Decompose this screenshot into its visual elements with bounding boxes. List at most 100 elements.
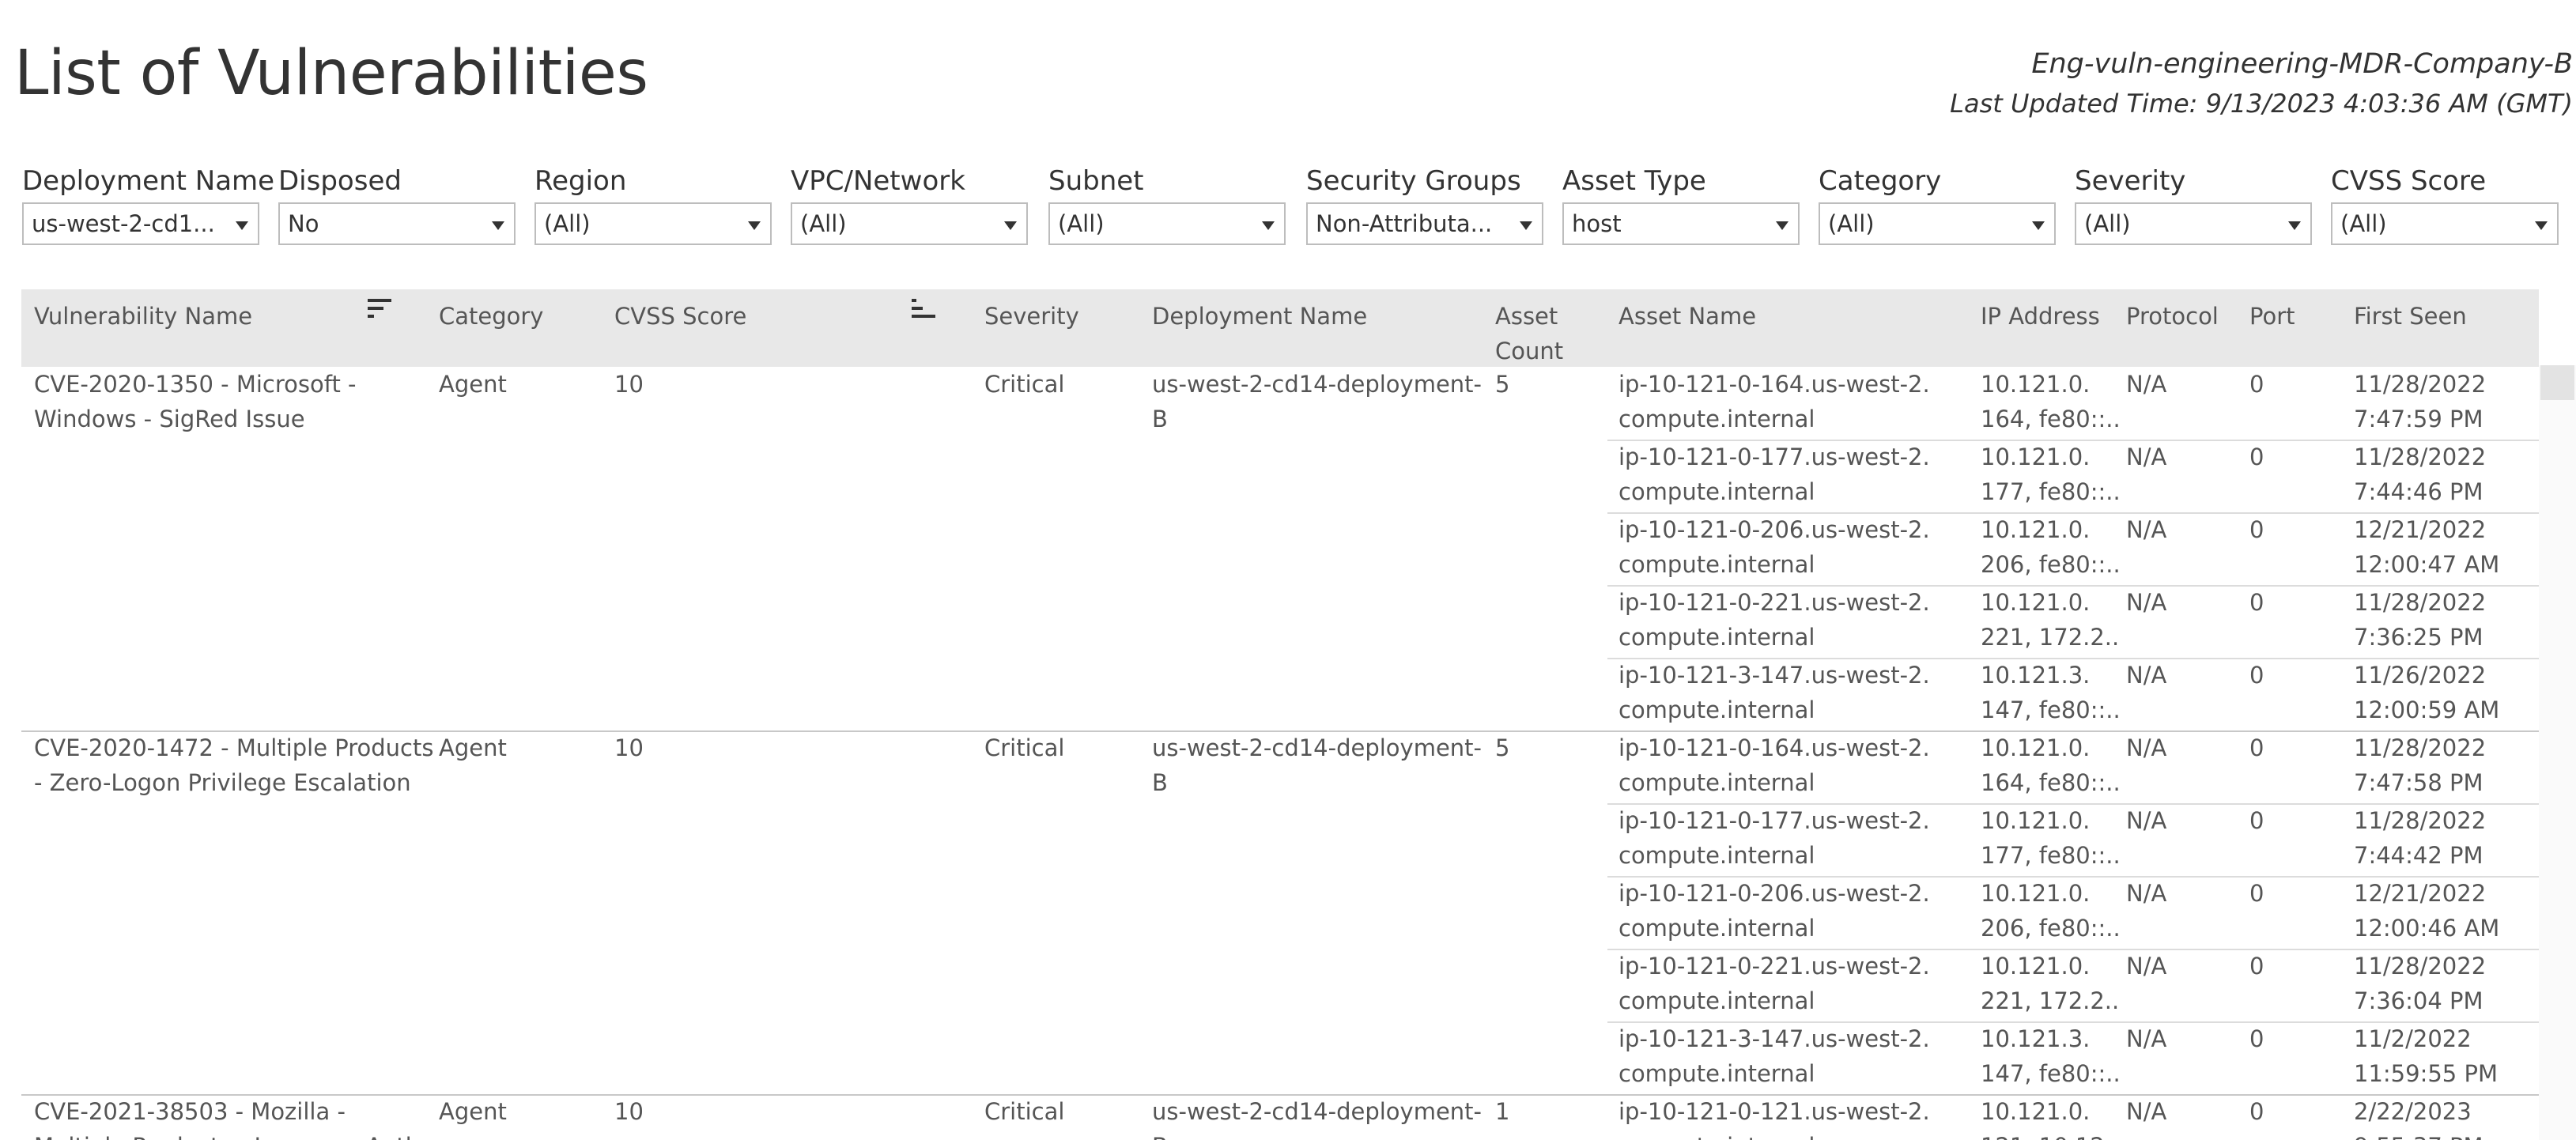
filter-deployment-name: Deployment Name us-west-2-cd1...	[22, 163, 275, 245]
dropdown-arrow-icon[interactable]	[2535, 221, 2548, 230]
vulnerability-table: Vulnerability Name Category CVSS Score S…	[21, 289, 2539, 1140]
col-severity[interactable]: Severity	[984, 299, 1079, 334]
col-asset-name[interactable]: Asset Name	[1618, 299, 1756, 334]
first-seen-cell-line: 12:00:59 AM	[2354, 696, 2500, 723]
first-seen-cell-line: 7:44:42 PM	[2354, 842, 2483, 869]
first-seen-cell: 11/2/2022 11:59:55 PM	[2354, 1021, 2498, 1091]
ip-address-cell-line: 221, 172.2..	[1981, 624, 2120, 651]
first-seen-cell: 11/28/2022 7:44:46 PM	[2354, 440, 2486, 509]
first-seen-cell-line: 11/28/2022	[2354, 807, 2487, 834]
filter-dropdown-severity[interactable]: (All)	[2075, 202, 2312, 245]
asset-name-cell-line: ip-10-121-0-164.us-west-2.	[1618, 734, 1930, 761]
col-asset-count[interactable]: Asset Count	[1495, 299, 1574, 368]
col-cvss-score[interactable]: CVSS Score	[614, 299, 746, 334]
filter-label: Deployment Name	[22, 165, 275, 197]
dropdown-arrow-icon[interactable]	[2288, 221, 2301, 230]
vertical-scrollbar[interactable]	[2539, 365, 2576, 1140]
sort-descending-icon[interactable]	[368, 297, 395, 324]
protocol-cell: N/A	[2126, 440, 2166, 474]
asset-name-cell: ip-10-121-0-206.us-west-2. compute.intern…	[1618, 512, 1930, 582]
ip-address-cell-line: 221, 172.2..	[1981, 987, 2120, 1014]
port-cell-line: 0	[2249, 371, 2264, 398]
category-cell: Agent	[439, 367, 507, 402]
first-seen-cell-line: 11/28/2022	[2354, 371, 2487, 398]
asset-name-cell-line: compute.internal	[1618, 1133, 1815, 1140]
first-seen-cell: 11/28/2022 7:36:04 PM	[2354, 949, 2486, 1018]
severity-cell-line: Critical	[984, 371, 1065, 398]
filter-value: (All)	[1058, 210, 1105, 237]
scrollbar-thumb[interactable]	[2540, 365, 2574, 400]
ip-address-cell-line: 10.121.0.	[1981, 734, 2091, 761]
vulnerability-name-line: CVE-2021-38503 - Mozilla -	[34, 1098, 346, 1125]
filter-value: host	[1572, 210, 1622, 237]
protocol-cell: N/A	[2126, 730, 2166, 765]
filter-asset-type: Asset Type host	[1562, 163, 1800, 245]
filter-dropdown-deployment-name[interactable]: us-west-2-cd1...	[22, 202, 259, 245]
port-cell: 0	[2249, 1094, 2264, 1129]
filter-dropdown-disposed[interactable]: No	[278, 202, 516, 245]
filter-label: Security Groups	[1306, 165, 1521, 197]
filter-value: (All)	[2340, 210, 2387, 237]
dropdown-arrow-icon[interactable]	[492, 221, 504, 230]
protocol-cell-line: N/A	[2126, 1025, 2167, 1052]
severity-cell-line: Critical	[984, 1098, 1065, 1125]
port-cell-line: 0	[2249, 807, 2264, 834]
ip-address-cell: 10.121.0. 221, 172.2..	[1981, 585, 2119, 655]
filter-dropdown-cvss-score[interactable]: (All)	[2331, 202, 2559, 245]
dropdown-arrow-icon[interactable]	[2032, 221, 2045, 230]
first-seen-cell-line: 7:47:59 PM	[2354, 406, 2483, 432]
filter-dropdown-subnet[interactable]: (All)	[1048, 202, 1286, 245]
dropdown-arrow-icon[interactable]	[1262, 221, 1275, 230]
first-seen-cell-line: 12:00:46 AM	[2354, 915, 2500, 942]
filter-label: VPC/Network	[791, 165, 965, 197]
cvss-score-cell: 10	[614, 730, 644, 765]
filter-dropdown-security-groups[interactable]: Non-Attributa...	[1306, 202, 1543, 245]
vulnerability-name: CVE-2020-1472 - Multiple Products - Zero-…	[34, 730, 433, 800]
filter-value: (All)	[1828, 210, 1875, 237]
col-ip-address[interactable]: IP Address	[1981, 299, 2100, 334]
cvss-score-cell-line: 10	[614, 1098, 644, 1125]
filter-dropdown-category[interactable]: (All)	[1819, 202, 2056, 245]
first-seen-cell: 11/26/2022 12:00:59 AM	[2354, 658, 2499, 727]
dropdown-arrow-icon[interactable]	[1520, 221, 1532, 230]
first-seen-cell: 11/28/2022 7:47:59 PM	[2354, 367, 2486, 436]
col-protocol[interactable]: Protocol	[2126, 299, 2219, 334]
asset-name-cell-line: compute.internal	[1618, 478, 1815, 505]
dropdown-arrow-icon[interactable]	[1776, 221, 1788, 230]
dropdown-arrow-icon[interactable]	[236, 221, 248, 230]
ip-address-cell-line: 164, fe80::..	[1981, 406, 2121, 432]
protocol-cell-line: N/A	[2126, 734, 2167, 761]
protocol-cell-line: N/A	[2126, 371, 2167, 398]
vulnerability-name-line: Windows - SigRed Issue	[34, 406, 305, 432]
port-cell-line: 0	[2249, 880, 2264, 907]
col-port[interactable]: Port	[2249, 299, 2295, 334]
filter-dropdown-vpc-network[interactable]: (All)	[791, 202, 1028, 245]
col-deployment-name[interactable]: Deployment Name	[1152, 299, 1367, 334]
category-cell-line: Agent	[439, 371, 507, 398]
protocol-cell: N/A	[2126, 803, 2166, 838]
sort-ascending-icon[interactable]	[912, 297, 939, 324]
asset-name-cell-line: ip-10-121-0-206.us-west-2.	[1618, 880, 1930, 907]
col-first-seen[interactable]: First Seen	[2354, 299, 2467, 334]
protocol-cell: N/A	[2126, 367, 2166, 402]
first-seen-cell-line: 11/28/2022	[2354, 953, 2487, 980]
ip-address-cell: 10.121.3. 147, fe80::..	[1981, 658, 2121, 727]
dropdown-arrow-icon[interactable]	[1004, 221, 1017, 230]
asset-name-cell-line: ip-10-121-0-164.us-west-2.	[1618, 371, 1930, 398]
ip-address-cell: 10.121.0. 206, fe80::..	[1981, 512, 2121, 582]
first-seen-cell-line: 11/28/2022	[2354, 734, 2487, 761]
asset-name-cell-line: compute.internal	[1618, 1060, 1815, 1087]
col-category[interactable]: Category	[439, 299, 543, 334]
filter-subnet: Subnet (All)	[1048, 163, 1286, 245]
ip-address-cell-line: 147, fe80::..	[1981, 1060, 2121, 1087]
deployment-name-cell-line: B	[1152, 769, 1168, 796]
col-vulnerability-name[interactable]: Vulnerability Name	[34, 299, 252, 334]
ip-address-cell: 10.121.0. 121, 10.12..	[1981, 1094, 2119, 1140]
filter-dropdown-region[interactable]: (All)	[534, 202, 772, 245]
first-seen-cell-line: 11:59:55 PM	[2354, 1060, 2498, 1087]
vulnerability-name-line: Multiple Products - Improper Auth..	[34, 1133, 435, 1140]
filter-dropdown-asset-type[interactable]: host	[1562, 202, 1800, 245]
asset-name-cell-line: ip-10-121-0-177.us-west-2.	[1618, 807, 1930, 834]
dropdown-arrow-icon[interactable]	[748, 221, 761, 230]
filter-label: CVSS Score	[2331, 165, 2487, 197]
